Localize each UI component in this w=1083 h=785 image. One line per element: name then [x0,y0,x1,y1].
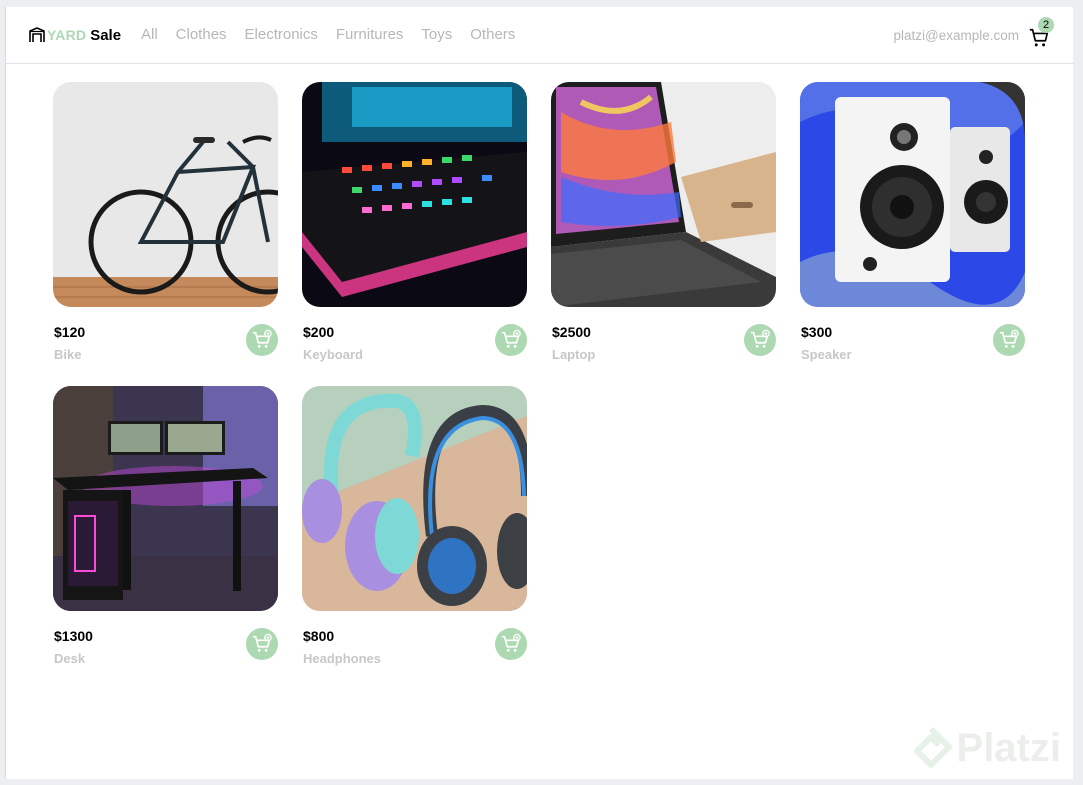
product-card[interactable]: $1300 Desk [53,386,278,690]
add-to-cart-button[interactable] [495,324,527,356]
nav-others[interactable]: Others [470,26,515,43]
product-name: Desk [54,651,86,666]
platzi-watermark: Platzi [909,726,1061,771]
logo-sale-text: Sale [90,26,122,44]
add-to-cart-icon [252,633,272,652]
product-card[interactable]: $120 Bike [53,82,278,386]
logo-yard-text: YARD [47,27,87,43]
add-to-cart-button[interactable] [744,324,776,356]
add-to-cart-button[interactable] [495,628,527,660]
cart-button[interactable]: 2 [1028,17,1054,49]
product-name: Bike [54,347,82,362]
product-card[interactable]: $2500 Laptop [551,82,776,386]
nav-furnitures[interactable]: Furnitures [336,26,404,43]
add-to-cart-icon [501,633,521,652]
product-price: $2500 [552,324,591,340]
product-price: $1300 [54,628,93,644]
storefront-icon [29,27,45,42]
category-menu: All Clothes Electronics Furnitures Toys … [141,26,533,43]
product-image-keyboard[interactable] [302,82,527,307]
top-navbar: YARD Sale All Clothes Electronics Furnit… [6,7,1074,64]
product-image-bike[interactable] [53,82,278,307]
page: YARD Sale All Clothes Electronics Furnit… [5,7,1074,779]
nav-all[interactable]: All [141,26,158,43]
logo[interactable]: YARD Sale [28,24,121,46]
product-image-laptop[interactable] [551,82,776,307]
product-price: $800 [303,628,335,644]
add-to-cart-icon [501,329,521,348]
cart-count-badge: 2 [1038,17,1054,33]
product-name: Keyboard [303,347,363,362]
product-image-headphones[interactable] [302,386,527,611]
product-card[interactable]: $200 Keyboard [302,82,527,386]
platzi-logo-icon [913,726,952,768]
product-price: $200 [303,324,335,340]
nav-toys[interactable]: Toys [421,26,452,43]
nav-electronics[interactable]: Electronics [245,26,318,43]
add-to-cart-button[interactable] [993,324,1025,356]
product-image-desk[interactable] [53,386,278,611]
account-email[interactable]: platzi@example.com [893,28,1019,43]
product-price: $300 [801,324,833,340]
add-to-cart-icon [999,329,1019,348]
add-to-cart-icon [252,329,272,348]
product-image-speaker[interactable] [800,82,1025,307]
add-to-cart-icon [750,329,770,348]
nav-clothes[interactable]: Clothes [176,26,227,43]
product-name: Speaker [801,347,852,362]
product-name: Laptop [552,347,596,362]
product-card[interactable]: $300 Speaker [800,82,1025,386]
add-to-cart-button[interactable] [246,324,278,356]
product-card[interactable]: $800 Headphones [302,386,527,690]
product-grid: $120 Bike $200 Keyboard $2500 Laptop $30… [53,82,1025,690]
watermark-text: Platzi [956,726,1061,770]
product-price: $120 [54,324,86,340]
add-to-cart-button[interactable] [246,628,278,660]
product-name: Headphones [303,651,382,666]
